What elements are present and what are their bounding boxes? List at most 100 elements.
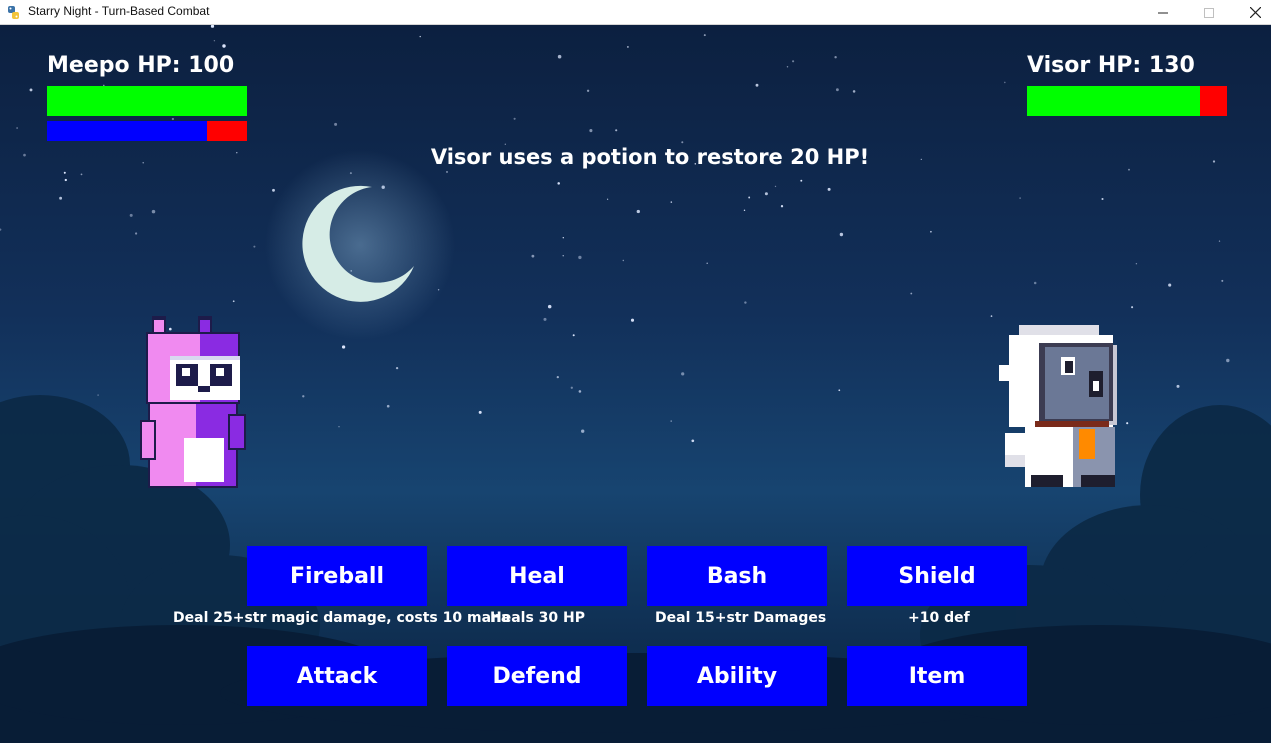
star	[743, 209, 746, 212]
star	[135, 232, 138, 235]
star	[748, 196, 751, 199]
star	[253, 245, 256, 248]
star	[1212, 160, 1216, 163]
star	[703, 34, 706, 37]
star	[513, 117, 516, 120]
enemy-hp-fill	[1027, 86, 1200, 116]
heal-button[interactable]: Heal	[447, 546, 627, 606]
minimize-button[interactable]	[1140, 0, 1186, 25]
star	[1218, 240, 1221, 242]
ability-button[interactable]: Ability	[647, 646, 827, 706]
item-button[interactable]: Item	[847, 646, 1027, 706]
star	[835, 88, 839, 92]
star	[1176, 384, 1180, 388]
star	[236, 152, 238, 154]
bash-description: Deal 15+str Damages	[655, 610, 827, 626]
fireball-description: Deal 25+str magic damage, costs 10 mana	[173, 610, 511, 626]
star	[800, 179, 803, 182]
star	[1101, 197, 1104, 201]
defend-button[interactable]: Defend	[447, 646, 627, 706]
star	[990, 315, 993, 317]
star	[606, 198, 609, 200]
star	[681, 372, 685, 376]
star	[543, 317, 547, 321]
star	[834, 56, 837, 59]
star	[1033, 281, 1037, 285]
star	[572, 334, 575, 337]
star	[395, 366, 399, 370]
star	[386, 404, 390, 408]
star	[23, 153, 26, 157]
star	[232, 300, 235, 303]
star	[774, 185, 777, 188]
star	[578, 255, 582, 260]
close-icon	[1249, 7, 1261, 18]
bash-button[interactable]: Bash	[647, 546, 827, 606]
star	[744, 301, 747, 304]
star	[341, 345, 346, 349]
star	[838, 389, 841, 392]
player-hp-bar	[47, 86, 247, 116]
attack-button[interactable]: Attack	[247, 646, 427, 706]
star	[151, 209, 156, 214]
game-canvas: Meepo HP: 100 Visor HP: 130 Visor uses a…	[0, 25, 1271, 743]
enemy-hp-bar	[1027, 86, 1227, 116]
star	[630, 318, 635, 322]
star	[670, 201, 673, 203]
star	[755, 83, 759, 87]
minimize-icon	[1158, 12, 1168, 13]
maximize-button[interactable]	[1186, 0, 1232, 25]
python-snake-icon	[8, 6, 19, 19]
star	[636, 209, 640, 214]
star	[213, 40, 216, 42]
star	[531, 254, 535, 258]
star	[622, 259, 625, 262]
heal-description: Heals 30 HP	[490, 610, 585, 626]
close-button[interactable]	[1232, 0, 1271, 25]
star	[586, 89, 590, 92]
star	[839, 232, 844, 237]
battle-message: Visor uses a potion to restore 20 HP!	[430, 145, 870, 169]
star	[210, 25, 215, 28]
star	[764, 192, 768, 196]
star	[80, 173, 83, 176]
star	[1135, 263, 1138, 265]
star	[780, 205, 784, 208]
star	[1168, 283, 1172, 287]
star	[171, 117, 175, 121]
shield-description: +10 def	[908, 610, 970, 626]
star	[302, 395, 305, 398]
star	[29, 88, 33, 92]
star	[930, 230, 932, 233]
shield-button[interactable]: Shield	[847, 546, 1027, 606]
star	[16, 127, 18, 129]
star	[338, 426, 340, 428]
star	[556, 375, 559, 379]
star	[706, 262, 708, 264]
window-titlebar: Starry Night - Turn-Based Combat	[0, 0, 1271, 25]
player-hp-label: Meepo HP: 100	[47, 53, 235, 78]
star	[1128, 168, 1130, 171]
star	[446, 171, 448, 173]
star	[419, 35, 421, 38]
player-mana-bar	[47, 121, 247, 141]
star	[1019, 197, 1021, 199]
star	[59, 196, 63, 200]
star	[792, 60, 795, 63]
star	[1221, 279, 1224, 282]
star	[1226, 358, 1230, 363]
star	[852, 90, 856, 93]
enemy-hp-label: Visor HP: 130	[1027, 53, 1195, 78]
fireball-button[interactable]: Fireball	[247, 546, 427, 606]
star	[142, 162, 144, 164]
star	[0, 228, 2, 231]
star	[827, 187, 831, 191]
star	[97, 394, 99, 396]
star	[557, 54, 562, 59]
star	[63, 171, 66, 174]
enemy-sprite	[999, 325, 1117, 487]
star	[64, 178, 67, 182]
star	[129, 213, 133, 217]
star	[589, 129, 593, 133]
star	[578, 390, 582, 393]
